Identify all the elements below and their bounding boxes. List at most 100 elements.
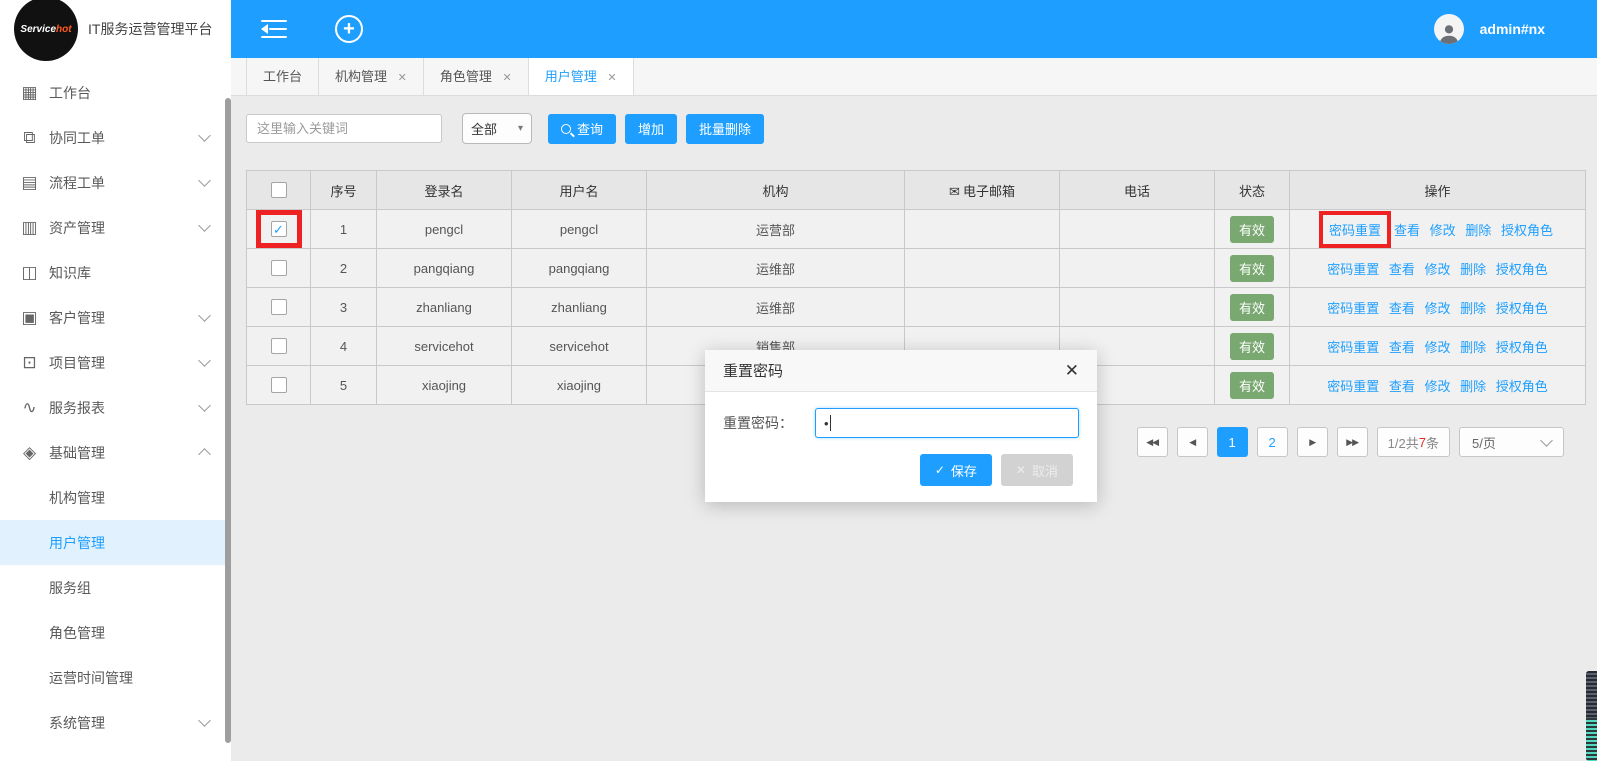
reset-password-input[interactable]: • xyxy=(815,408,1079,438)
sidebar-item-project-mgmt[interactable]: ⊡ 项目管理 xyxy=(0,340,231,385)
edit-link[interactable]: 修改 xyxy=(1424,262,1450,277)
view-link[interactable]: 查看 xyxy=(1389,340,1415,355)
sidebar-item-knowledge-base[interactable]: ◫ 知识库 xyxy=(0,250,231,295)
row-checkbox[interactable] xyxy=(271,377,287,393)
sidebar-item-operating-time-mgmt[interactable]: 运营时间管理 xyxy=(0,655,231,700)
annotation-box-checkbox: ✓ xyxy=(256,210,302,248)
password-reset-link[interactable]: 密码重置 xyxy=(1327,262,1379,277)
user-avatar[interactable] xyxy=(1434,14,1464,44)
cell-phone xyxy=(1060,249,1215,288)
tab-close-icon[interactable]: ✕ xyxy=(607,72,616,84)
workbench-grid-icon: ▦ xyxy=(20,83,39,103)
row-checkbox[interactable] xyxy=(271,260,287,276)
row-checkbox[interactable] xyxy=(271,299,287,315)
sidebar-item-collab-orders[interactable]: ⧉ 协同工单 xyxy=(0,115,231,160)
save-button[interactable]: ✓ 保存 xyxy=(920,454,992,486)
add-new-icon[interactable]: + xyxy=(335,15,363,43)
cancel-button[interactable]: ✕ 取消 xyxy=(1001,454,1073,486)
add-button-label: 增加 xyxy=(638,119,664,138)
modal-close-icon[interactable]: ✕ xyxy=(1065,361,1079,381)
sidebar-item-asset-mgmt[interactable]: ▥ 资产管理 xyxy=(0,205,231,250)
add-button[interactable]: 增加 xyxy=(625,114,677,144)
edit-link[interactable]: 修改 xyxy=(1430,223,1456,238)
chevron-down-icon xyxy=(198,399,211,412)
header-status: 状态 xyxy=(1215,171,1290,210)
prev-page-button[interactable]: ◀ xyxy=(1177,427,1208,457)
page-button-1[interactable]: 1 xyxy=(1217,427,1248,457)
query-button-label: 查询 xyxy=(577,119,603,138)
sidebar-item-label: 系统管理 xyxy=(49,713,200,733)
cell-seq: 3 xyxy=(311,288,377,327)
batch-delete-button[interactable]: 批量删除 xyxy=(686,114,764,144)
tab-user-mgmt[interactable]: 用户管理 ✕ xyxy=(529,58,634,95)
delete-link[interactable]: 删除 xyxy=(1460,340,1486,355)
header-email-label: 电子邮箱 xyxy=(963,184,1015,199)
select-all-checkbox[interactable] xyxy=(271,182,287,198)
tab-close-icon[interactable]: ✕ xyxy=(503,72,512,84)
page-size-dropdown[interactable]: 5/页 xyxy=(1459,427,1564,457)
sidebar-item-user-mgmt[interactable]: 用户管理 xyxy=(0,520,231,565)
authorize-role-link[interactable]: 授权角色 xyxy=(1501,223,1553,238)
sidebar-item-base-mgmt[interactable]: ◈ 基础管理 xyxy=(0,430,231,475)
cell-username: zhanliang xyxy=(512,288,647,327)
sidebar-item-process-orders[interactable]: ▤ 流程工单 xyxy=(0,160,231,205)
sidebar-item-workbench[interactable]: ▦ 工作台 xyxy=(0,70,231,115)
project-doc-icon: ⊡ xyxy=(20,353,39,373)
last-page-button[interactable]: ▶▶ xyxy=(1337,427,1368,457)
authorize-role-link[interactable]: 授权角色 xyxy=(1496,301,1548,316)
sidebar-item-label: 运营时间管理 xyxy=(49,668,217,688)
first-page-button[interactable]: ◀◀ xyxy=(1137,427,1168,457)
password-reset-link[interactable]: 密码重置 xyxy=(1327,379,1379,394)
search-input[interactable] xyxy=(246,114,442,143)
tab-org-mgmt[interactable]: 机构管理 ✕ xyxy=(319,58,424,95)
authorize-role-link[interactable]: 授权角色 xyxy=(1496,262,1548,277)
tab-workbench[interactable]: 工作台 xyxy=(246,58,319,95)
view-link[interactable]: 查看 xyxy=(1389,262,1415,277)
delete-link[interactable]: 删除 xyxy=(1460,262,1486,277)
sidebar-collapse-icon[interactable] xyxy=(261,20,287,38)
tab-role-mgmt[interactable]: 角色管理 ✕ xyxy=(424,58,529,95)
sidebar-item-label: 知识库 xyxy=(49,263,217,283)
query-button[interactable]: 查询 xyxy=(548,114,616,144)
page-button-2[interactable]: 2 xyxy=(1257,427,1288,457)
sidebar-item-customer-mgmt[interactable]: ▣ 客户管理 xyxy=(0,295,231,340)
edit-link[interactable]: 修改 xyxy=(1424,379,1450,394)
sidebar-item-label: 角色管理 xyxy=(49,623,217,643)
servicehot-logo: Servicehot xyxy=(14,0,78,61)
user-zone[interactable]: admin#nx xyxy=(1434,14,1545,44)
logo-text-accent: hot xyxy=(56,24,72,35)
password-reset-link[interactable]: 密码重置 xyxy=(1327,301,1379,316)
report-chart-icon: ∿ xyxy=(20,398,39,418)
pagination-total-count: 7 xyxy=(1419,435,1426,450)
tab-close-icon[interactable]: ✕ xyxy=(398,72,407,84)
sidebar-nav: ▦ 工作台 ⧉ 协同工单 ▤ 流程工单 ▥ 资产管理 ◫ 知识库 ▣ 客户管理 … xyxy=(0,58,231,761)
view-link[interactable]: 查看 xyxy=(1389,379,1415,394)
filter-dropdown[interactable]: 全部 ▾ xyxy=(462,113,532,144)
check-icon: ✓ xyxy=(273,223,284,236)
status-badge: 有效 xyxy=(1230,372,1274,399)
password-reset-link[interactable]: 密码重置 xyxy=(1327,340,1379,355)
chevron-down-icon xyxy=(198,219,211,232)
cell-login: pengcl xyxy=(377,210,512,249)
delete-link[interactable]: 删除 xyxy=(1465,223,1491,238)
view-link[interactable]: 查看 xyxy=(1394,223,1420,238)
sidebar-item-label: 用户管理 xyxy=(49,533,217,553)
password-reset-link[interactable]: 密码重置 xyxy=(1329,223,1381,238)
view-link[interactable]: 查看 xyxy=(1389,301,1415,316)
delete-link[interactable]: 删除 xyxy=(1460,379,1486,394)
sidebar-item-org-mgmt[interactable]: 机构管理 xyxy=(0,475,231,520)
authorize-role-link[interactable]: 授权角色 xyxy=(1496,340,1548,355)
edit-link[interactable]: 修改 xyxy=(1424,301,1450,316)
delete-link[interactable]: 删除 xyxy=(1460,301,1486,316)
next-page-button[interactable]: ▶ xyxy=(1297,427,1328,457)
sidebar-item-role-mgmt[interactable]: 角色管理 xyxy=(0,610,231,655)
tab-label: 工作台 xyxy=(263,69,302,84)
row-checkbox-checked[interactable]: ✓ xyxy=(271,221,287,237)
row-checkbox[interactable] xyxy=(271,338,287,354)
sidebar-item-service-group[interactable]: 服务组 xyxy=(0,565,231,610)
sidebar-item-service-reports[interactable]: ∿ 服务报表 xyxy=(0,385,231,430)
table-row: ✓ 1 pengcl pengcl 运营部 有效 密码重置查看 修改 删除 授权… xyxy=(247,210,1586,249)
authorize-role-link[interactable]: 授权角色 xyxy=(1496,379,1548,394)
edit-link[interactable]: 修改 xyxy=(1424,340,1450,355)
sidebar-item-system-mgmt[interactable]: 系统管理 xyxy=(0,700,231,745)
